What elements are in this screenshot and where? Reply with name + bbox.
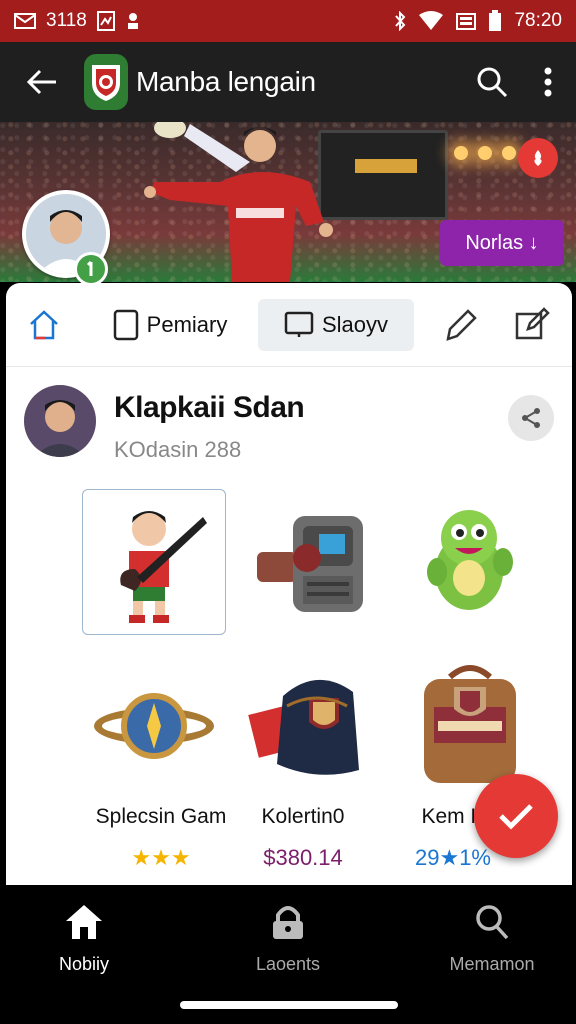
lock-icon <box>273 906 303 939</box>
verified-badge <box>74 252 108 286</box>
user-avatar[interactable] <box>24 385 96 457</box>
nav-lock-label: Laoents <box>255 954 321 974</box>
nav-home-label: Nobiiy <box>58 954 110 974</box>
confirm-fab[interactable] <box>474 774 558 858</box>
share-icon <box>522 408 540 428</box>
item-guitar-boy[interactable] <box>82 489 226 635</box>
edit-icon <box>515 306 550 339</box>
user-row: Klapkaii Sdan KOdasin 288 <box>24 385 554 465</box>
dark-backpack-image <box>248 679 359 775</box>
brown-backpack-image <box>424 665 516 783</box>
bluetooth-icon <box>394 11 406 31</box>
profile-subtitle: KOdasin 288 <box>114 437 242 462</box>
search-icon <box>476 905 509 940</box>
flame-icon <box>534 150 542 166</box>
tab-home[interactable] <box>6 299 82 351</box>
home-icon <box>66 905 102 939</box>
monitor-icon <box>284 311 314 337</box>
item-machine[interactable] <box>240 489 384 635</box>
tab-primary-label: Pemiary <box>146 311 228 337</box>
amulet-image <box>94 693 214 759</box>
signal-icon <box>456 11 477 31</box>
tab-selected[interactable]: Slaoyv <box>258 298 414 351</box>
app-logo <box>84 54 128 110</box>
app-title: Manba lengain <box>136 66 316 97</box>
shield-logo-icon <box>92 65 120 101</box>
nav-home[interactable]: Nobiiy <box>4 903 164 975</box>
profile-name: Klapkaii Sdan <box>114 391 305 424</box>
hero-action-button[interactable] <box>518 138 558 178</box>
status-time: 78:20 <box>514 10 562 31</box>
tablet-icon <box>113 309 138 340</box>
mail-icon <box>14 12 36 30</box>
tab-primary[interactable]: Pemiary <box>82 299 258 351</box>
back-arrow-icon <box>26 69 56 95</box>
item-price-2: $380.14 <box>263 845 343 870</box>
nav-lock[interactable]: Laoents <box>208 903 368 975</box>
home-indicator[interactable] <box>180 1001 398 1009</box>
nav-search-label: Memamon <box>449 954 535 974</box>
green-monster-image <box>427 510 513 610</box>
tab-pen[interactable] <box>424 299 496 351</box>
filter-chip[interactable]: Norlas ↓ <box>440 220 564 266</box>
badge-one-icon <box>86 261 93 276</box>
share-button[interactable] <box>508 395 554 441</box>
battery-icon <box>488 10 502 32</box>
item-amulet[interactable] <box>82 653 226 799</box>
photo-icon <box>96 11 115 31</box>
search-button[interactable] <box>464 42 520 122</box>
person-icon <box>125 12 141 30</box>
home-outline-icon <box>30 309 58 339</box>
status-left-text: 3118 <box>46 10 87 31</box>
stadium-lights <box>454 146 516 160</box>
football-player-image <box>144 122 333 282</box>
item-label-2: Kolertin0 <box>261 805 345 828</box>
item-bag-dark[interactable] <box>240 653 384 799</box>
arcade-machine-image <box>257 516 363 612</box>
more-vert-icon <box>544 67 552 97</box>
item-green-monster[interactable] <box>398 489 542 635</box>
search-icon <box>477 67 508 98</box>
back-button[interactable] <box>0 42 84 122</box>
status-bar: 3118 78:20 <box>0 0 576 42</box>
more-options-button[interactable] <box>520 42 576 122</box>
pen-icon <box>446 308 477 341</box>
user-avatar-image <box>24 385 96 457</box>
wifi-icon <box>418 11 444 31</box>
check-icon <box>499 804 533 830</box>
guitar-boy-image <box>120 511 207 623</box>
tab-bar: Pemiary Slaoyv <box>6 283 572 367</box>
app-bar: Manba lengain <box>0 42 576 122</box>
nav-search[interactable]: Memamon <box>412 903 572 975</box>
tab-edit[interactable] <box>496 299 568 351</box>
tab-selected-label: Slaoyv <box>321 311 389 337</box>
